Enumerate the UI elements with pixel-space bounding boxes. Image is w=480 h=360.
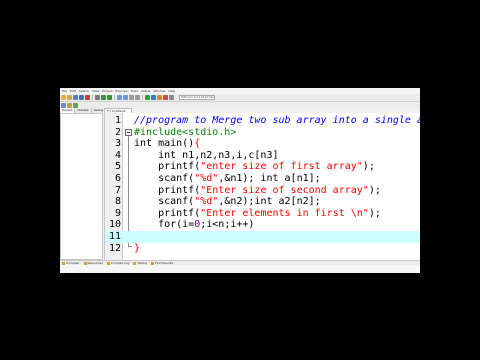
line-code: //program to Merge two sub array into a … [134, 115, 420, 127]
code-token: #include<stdio.h> [134, 126, 237, 138]
line-code: printf("Enter elements in first \n"); [134, 208, 381, 220]
code-line[interactable]: 11 [105, 231, 420, 243]
line-code: } [134, 243, 140, 255]
save-all-icon[interactable] [79, 95, 84, 100]
line-number: 5 [114, 161, 121, 173]
new-file-icon[interactable] [61, 95, 66, 100]
code-token: "%d" [194, 196, 219, 208]
code-line[interactable]: 5 printf("enter size of first array"); [105, 161, 420, 173]
code-token: for(i= [134, 219, 195, 231]
code-token: scanf( [134, 173, 195, 184]
replace-icon[interactable] [123, 95, 128, 100]
menu-astyle[interactable]: AStyle [141, 89, 151, 93]
toggle-bookmark-icon[interactable] [73, 102, 78, 108]
line-code: for(i=0;i<n;i++) [134, 219, 254, 231]
toolbar-divider [114, 95, 115, 100]
line-number: 11 [108, 231, 121, 242]
code-line[interactable]: 8 scanf("%d",&n2);int a2[n2]; [105, 196, 420, 208]
code-line[interactable]: 10 for(i=0;i<n;i++) [105, 219, 420, 231]
code-token: printf( [134, 161, 201, 173]
line-number: 1 [114, 115, 121, 126]
menu-project[interactable]: Project [102, 89, 112, 93]
line-number: 8 [114, 196, 121, 208]
code-line[interactable]: 12} [105, 243, 420, 255]
line-code: #include<stdio.h> [134, 127, 236, 139]
debug-icon[interactable] [169, 95, 174, 100]
new-class-icon[interactable] [61, 102, 66, 108]
menu-search[interactable]: Search [79, 89, 89, 93]
code-token: printf( [134, 184, 201, 196]
code-token: ); [368, 207, 381, 219]
indent-icon[interactable] [129, 95, 134, 100]
bottom-panel [60, 265, 420, 273]
rebuild-icon[interactable] [163, 95, 168, 100]
run-icon[interactable] [151, 95, 156, 100]
menu-file[interactable]: File [62, 89, 67, 93]
code-token: scanf( [134, 196, 195, 208]
code-editor[interactable]: 1 //program to Merge two sub array into a… [104, 113, 420, 260]
code-line[interactable]: 1 //program to Merge two sub array into a… [105, 115, 420, 127]
menu-edit[interactable]: Edit [70, 89, 76, 93]
line-code: printf("enter size of first array"); [134, 161, 375, 173]
code-line[interactable]: 2 #include<stdio.h> [105, 127, 420, 139]
code-token: int n1,n2,n3,i,c[n3] [134, 149, 279, 161]
compile-icon[interactable] [145, 95, 150, 100]
menu-window[interactable]: Window [154, 89, 166, 93]
code-token: "enter size of first array" [200, 161, 363, 173]
menu-help[interactable]: Help [168, 89, 175, 93]
line-code: int n1,n2,n3,i,c[n3] [134, 149, 279, 162]
insert-icon[interactable] [67, 102, 72, 108]
code-token: ,&n1); int a[n1]; [218, 173, 321, 184]
code-token: ;i<n;i++) [200, 219, 255, 231]
code-token: //program to Merge two sub array into a … [134, 115, 420, 126]
undo-icon[interactable] [101, 95, 106, 100]
code-token: ,&n2);int a2[n2]; [218, 196, 321, 208]
open-file-icon[interactable] [67, 95, 72, 100]
redo-icon[interactable] [107, 95, 112, 100]
line-code: scanf("%d",&n2);int a2[n2]; [134, 196, 321, 208]
code-line[interactable]: 7 printf("Enter size of second array"); [105, 185, 420, 197]
code-token: ); [362, 161, 375, 173]
toolbar-divider [142, 95, 143, 100]
menu-execute[interactable]: Execute [116, 89, 128, 93]
unindent-icon[interactable] [135, 95, 140, 100]
line-number: 2 [114, 126, 121, 138]
compile-run-icon[interactable] [157, 95, 162, 100]
compiler-select[interactable]: TDM-GCC 4.9.2 64-bit Release [179, 95, 215, 100]
line-code: int main(){ [134, 138, 200, 150]
code-line[interactable]: 6 scanf("%d",&n1); int a[n1]; [105, 173, 420, 185]
line-code: scanf("%d",&n1); int a[n1]; [134, 173, 321, 185]
code-line[interactable]: 3 int main(){ [105, 138, 420, 150]
line-number: 6 [114, 173, 121, 184]
main-toolbar: TDM-GCC 4.9.2 64-bit Release [60, 94, 420, 102]
code-token: ); [368, 184, 381, 196]
line-number: 9 [114, 207, 121, 219]
line-number: 10 [108, 219, 121, 231]
project-browser [60, 113, 103, 260]
code-token: int main() [134, 138, 195, 150]
menu-tools[interactable]: Tools [131, 89, 138, 93]
line-code: printf("Enter size of second array"); [134, 185, 381, 197]
print-icon[interactable] [95, 95, 100, 100]
line-number: 3 [114, 138, 121, 150]
line-number: 4 [114, 149, 121, 161]
code-token: printf( [134, 207, 201, 219]
code-token: "Enter size of second array" [200, 184, 369, 196]
find-icon[interactable] [117, 95, 122, 100]
line-number: 12 [108, 242, 121, 254]
code-line[interactable]: 4 int n1,n2,n3,i,c[n3] [105, 150, 420, 162]
code-token: } [134, 242, 141, 254]
save-icon[interactable] [73, 95, 78, 100]
code-token: { [194, 138, 201, 150]
code-token: "Enter elements in first \n" [200, 207, 369, 219]
close-icon[interactable] [85, 95, 90, 100]
toolbar-divider [92, 95, 93, 100]
code-line[interactable]: 9 printf("Enter elements in first \n"); [105, 208, 420, 220]
code-token: "%d" [194, 173, 219, 184]
menu-view[interactable]: View [92, 89, 99, 93]
line-number: 7 [114, 184, 121, 196]
dev-cpp-window: File Edit Search View Project Execute Tools ASt… [60, 88, 420, 273]
